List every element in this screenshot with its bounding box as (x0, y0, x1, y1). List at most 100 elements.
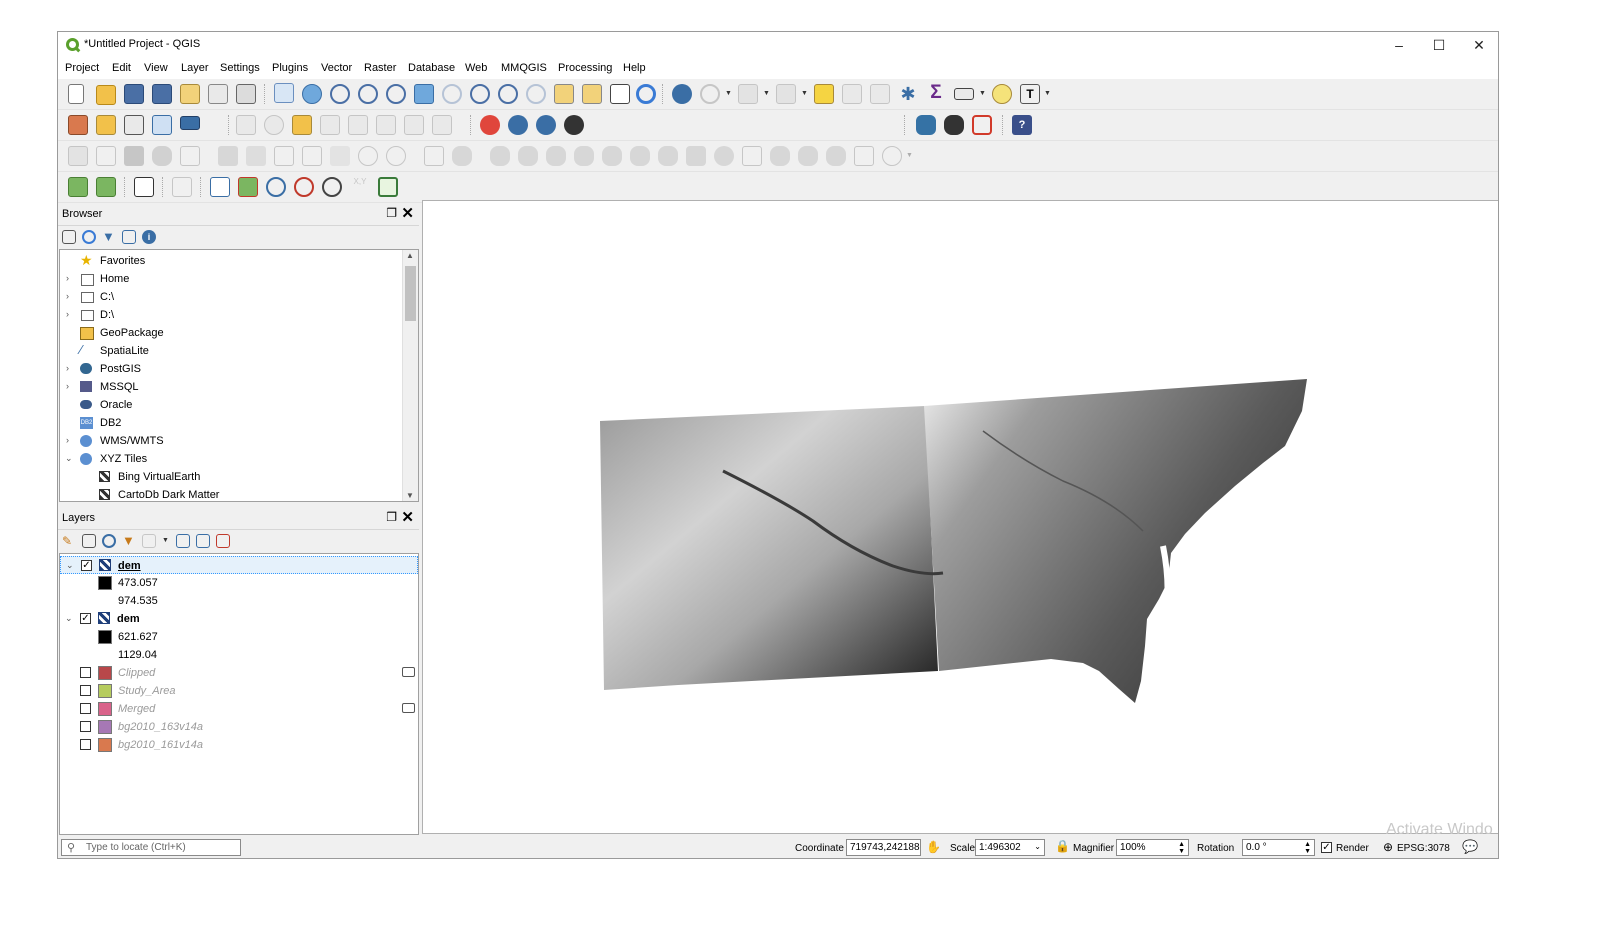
split-features-icon[interactable] (742, 146, 762, 166)
rotate-point-symbols-icon[interactable] (854, 146, 874, 166)
menu-layer[interactable]: Layer (181, 62, 209, 74)
scale-select[interactable]: 1:496302 ⌄ (975, 839, 1045, 856)
refresh-icon[interactable] (82, 230, 96, 244)
style-manager-icon[interactable] (236, 84, 256, 104)
layer-visibility-checkbox[interactable] (80, 703, 91, 714)
add-spatialite-icon[interactable] (152, 115, 172, 135)
map-tips-bubble-icon[interactable] (992, 84, 1012, 104)
browser-item-geopackage[interactable]: GeoPackage (60, 324, 418, 342)
browser-item-home[interactable]: › Home (60, 270, 418, 288)
new-bookmark-icon[interactable] (554, 84, 574, 104)
hexagon-icon[interactable] (972, 115, 992, 135)
search-select-icon[interactable] (294, 177, 314, 197)
layer-visibility-checkbox[interactable]: ✓ (81, 560, 92, 571)
open-project-icon[interactable] (96, 85, 116, 105)
attribute-table-icon[interactable] (842, 84, 862, 104)
add-wms-icon[interactable] (180, 116, 200, 130)
chevron-down-icon[interactable]: ⌄ (65, 453, 73, 464)
magnifier-spinbox[interactable]: 100% ▲ ▼ (1116, 839, 1189, 856)
chevron-right-icon[interactable]: › (66, 363, 69, 373)
zoom-in-icon[interactable] (330, 84, 350, 104)
zoom-native-icon[interactable] (386, 84, 406, 104)
menu-mmqgis[interactable]: MMQGIS (501, 62, 547, 74)
geocode-icon[interactable] (238, 177, 258, 197)
save-project-icon[interactable] (124, 84, 144, 104)
render-checkbox[interactable]: ✓ (1321, 842, 1332, 853)
menu-view[interactable]: View (144, 62, 168, 74)
zoom-to-layer-icon[interactable] (470, 84, 490, 104)
menu-database[interactable]: Database (408, 62, 455, 74)
zoom-last-icon[interactable] (498, 84, 518, 104)
visibility-icon[interactable] (102, 534, 116, 548)
browser-item-c-drive[interactable]: › C:\ (60, 288, 418, 306)
close-panel-icon[interactable]: ✕ (401, 508, 414, 526)
measure-line-icon[interactable] (954, 88, 974, 100)
add-ring-icon[interactable] (546, 146, 566, 166)
processing-toolbox-icon[interactable]: ✱ (898, 84, 918, 104)
new-project-icon[interactable] (68, 84, 84, 104)
filter-legend-icon[interactable]: ▼ (122, 534, 136, 548)
menu-settings[interactable]: Settings (220, 62, 260, 74)
merge-attributes-icon[interactable] (826, 146, 846, 166)
grass-mapset-icon[interactable] (96, 177, 116, 197)
map-canvas[interactable] (422, 200, 1498, 834)
close-button[interactable]: ✕ (1459, 32, 1498, 58)
delete-ring-icon[interactable] (630, 146, 650, 166)
simplify-feature-icon[interactable] (518, 146, 538, 166)
menu-project[interactable]: Project (65, 62, 99, 74)
globe-search-icon[interactable] (508, 115, 528, 135)
search-icon[interactable] (266, 177, 286, 197)
statistics-sum-icon[interactable]: Σ (926, 83, 946, 103)
browser-item-mssql[interactable]: › MSSQL (60, 378, 418, 396)
browser-item-spatialite[interactable]: ∕ SpatiaLite (60, 342, 418, 360)
zoom-to-selection-icon[interactable] (442, 84, 462, 104)
maximize-button[interactable]: ☐ (1419, 32, 1459, 58)
select-features-icon[interactable] (738, 84, 758, 104)
digitize-shape-icon[interactable] (424, 146, 444, 166)
data-source-manager-icon[interactable] (68, 115, 88, 135)
save-edits-icon[interactable] (124, 146, 144, 166)
browser-item-d-drive[interactable]: › D:\ (60, 306, 418, 324)
float-panel-icon[interactable]: ❐ (386, 510, 397, 524)
xy-tool-icon[interactable]: X,Y (350, 177, 370, 197)
remove-layer-icon[interactable] (216, 534, 230, 548)
add-part-icon[interactable] (574, 146, 594, 166)
zoom-out-icon[interactable] (358, 84, 378, 104)
layer-visibility-checkbox[interactable] (80, 721, 91, 732)
map-tips-icon[interactable] (610, 84, 630, 104)
browser-item-wms[interactable]: › WMS/WMTS (60, 432, 418, 450)
show-bookmarks-icon[interactable] (582, 84, 602, 104)
locator-search-input[interactable]: ⚲ Type to locate (Ctrl+K) (61, 839, 241, 856)
refresh-icon[interactable] (636, 84, 656, 104)
add-selected-layers-icon[interactable] (62, 230, 76, 244)
crs-button[interactable]: EPSG:3078 (1397, 843, 1450, 854)
deselect-all-icon[interactable] (814, 84, 834, 104)
change-label-icon[interactable] (404, 115, 424, 135)
new-print-layout-icon[interactable] (180, 84, 200, 104)
zoom-next-icon[interactable] (526, 84, 546, 104)
zoom-full-icon[interactable] (414, 84, 434, 104)
chevron-right-icon[interactable]: › (66, 273, 69, 283)
delete-selected-icon[interactable] (246, 146, 266, 166)
paste-features-icon[interactable] (330, 146, 350, 166)
globe-layer-icon[interactable] (536, 115, 556, 135)
delete-part-icon[interactable] (658, 146, 678, 166)
field-calculator-icon[interactable] (870, 84, 890, 104)
expand-all-icon[interactable] (176, 534, 190, 548)
vertex-tool-icon[interactable] (180, 146, 200, 166)
browser-item-oracle[interactable]: Oracle (60, 396, 418, 414)
pan-to-selection-icon[interactable] (302, 84, 322, 104)
collapse-all-icon[interactable] (196, 534, 210, 548)
modify-attributes-icon[interactable] (218, 146, 238, 166)
redo-icon[interactable] (386, 146, 406, 166)
browser-item-xyz-tiles[interactable]: ⌄ XYZ Tiles (60, 450, 418, 468)
layer-visibility-checkbox[interactable] (80, 685, 91, 696)
advanced-digitize-icon[interactable] (452, 146, 472, 166)
capture-coordinate-icon[interactable] (172, 177, 192, 197)
collapse-all-icon[interactable] (122, 230, 136, 244)
new-layer-from-extent-icon[interactable] (210, 177, 230, 197)
move-label-icon[interactable] (348, 115, 368, 135)
menu-help[interactable]: Help (623, 62, 646, 74)
coordinate-field[interactable]: 719743,242188 (846, 839, 921, 856)
text-annotation-icon[interactable]: T (1020, 84, 1040, 104)
